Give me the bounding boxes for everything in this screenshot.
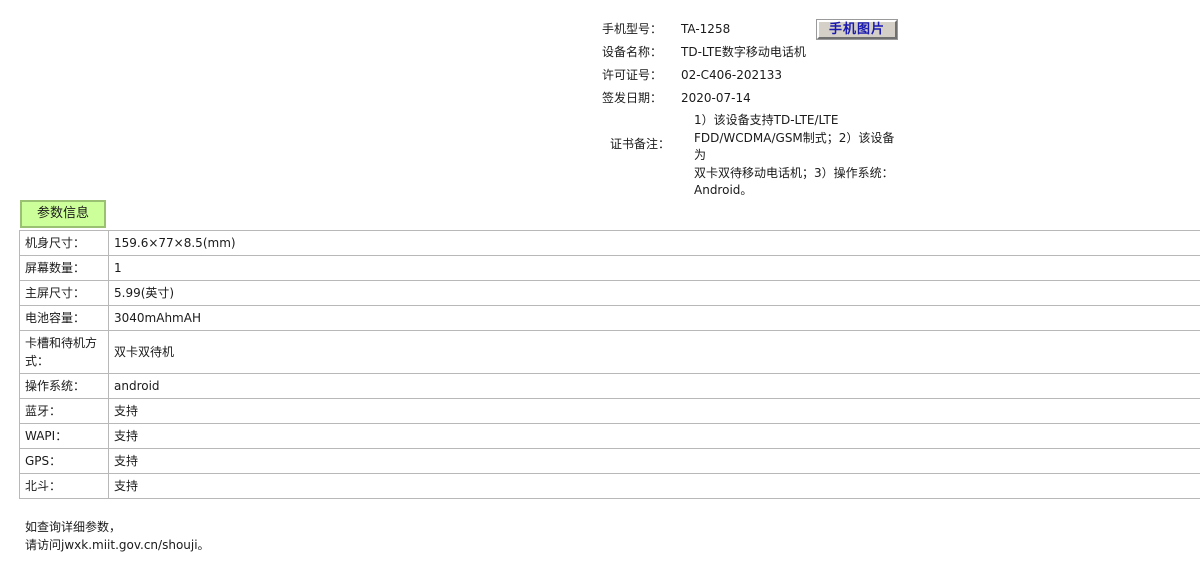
param-value: 5.99(英寸) [108, 280, 1200, 306]
date-value: 2020-07-14 [681, 91, 751, 105]
remark-line: 1）该设备支持TD-LTE/LTE [694, 113, 839, 127]
param-value: 支持 [108, 473, 1200, 499]
remark-line: Android。 [694, 183, 753, 197]
param-value: 支持 [108, 398, 1200, 424]
device-label: 设备名称： [602, 45, 663, 59]
table-row: WAPI： 支持 [19, 423, 1200, 449]
param-value: 支持 [108, 448, 1200, 474]
param-label: 主屏尺寸： [19, 280, 109, 306]
remark-value: 1）该设备支持TD-LTE/LTE FDD/WCDMA/GSM制式；2）该设备为… [694, 112, 899, 200]
footer-note: 如查询详细参数， 请访问jwxk.miit.gov.cn/shouji。 [25, 518, 210, 554]
param-value: 159.6×77×8.5(mm) [108, 230, 1200, 256]
model-label: 手机型号： [602, 22, 663, 36]
table-row: 机身尺寸： 159.6×77×8.5(mm) [19, 230, 1200, 256]
table-row: 卡槽和待机方式： 双卡双待机 [19, 330, 1200, 374]
remark-row: 证书备注： 1）该设备支持TD-LTE/LTE FDD/WCDMA/GSM制式；… [596, 112, 916, 197]
param-label: 卡槽和待机方式： [19, 330, 109, 374]
footer-line: 请访问jwxk.miit.gov.cn/shouji。 [25, 538, 210, 552]
remark-label: 证书备注： [610, 137, 671, 151]
remark-line: FDD/WCDMA/GSM制式；2）该设备为 [694, 130, 895, 163]
param-value: 3040mAhmAH [108, 305, 1200, 331]
certificate-info: 手机型号： TA-1258 手机图片 设备名称： TD-LTE数字移动电话机 许… [596, 18, 916, 197]
model-value: TA-1258 [681, 22, 731, 36]
table-row: GPS： 支持 [19, 448, 1200, 474]
param-value: android [108, 373, 1200, 399]
remark-line: 双卡双待移动电话机；3）操作系统： [694, 165, 894, 180]
param-label: 屏幕数量： [19, 255, 109, 281]
table-row: 操作系统： android [19, 373, 1200, 399]
table-row: 电池容量： 3040mAhmAH [19, 305, 1200, 331]
param-label: 机身尺寸： [19, 230, 109, 256]
params-section-header: 参数信息 [20, 200, 106, 228]
license-value: 02-C406-202133 [681, 68, 783, 82]
table-row: 蓝牙： 支持 [19, 398, 1200, 424]
param-label: 北斗： [19, 473, 109, 499]
table-row: 北斗： 支持 [19, 473, 1200, 499]
param-value: 1 [108, 255, 1200, 281]
param-label: 操作系统： [19, 373, 109, 399]
phone-photo-button[interactable]: 手机图片 [816, 19, 898, 40]
table-row: 主屏尺寸： 5.99(英寸) [19, 280, 1200, 306]
table-row: 屏幕数量： 1 [19, 255, 1200, 281]
device-row: 设备名称： TD-LTE数字移动电话机 [596, 41, 916, 64]
license-label: 许可证号： [602, 68, 663, 82]
model-row: 手机型号： TA-1258 手机图片 [596, 18, 916, 41]
param-label: GPS： [19, 448, 109, 474]
params-table: 机身尺寸： 159.6×77×8.5(mm) 屏幕数量： 1 主屏尺寸： 5.9… [19, 230, 1200, 499]
param-label: 电池容量： [19, 305, 109, 331]
param-value: 双卡双待机 [108, 330, 1200, 374]
param-label: 蓝牙： [19, 398, 109, 424]
param-value: 支持 [108, 423, 1200, 449]
date-label: 签发日期： [602, 91, 663, 105]
param-label: WAPI： [19, 423, 109, 449]
license-row: 许可证号： 02-C406-202133 [596, 64, 916, 87]
date-row: 签发日期： 2020-07-14 [596, 87, 916, 110]
footer-line: 如查询详细参数， [25, 520, 122, 534]
device-value: TD-LTE数字移动电话机 [681, 45, 806, 59]
